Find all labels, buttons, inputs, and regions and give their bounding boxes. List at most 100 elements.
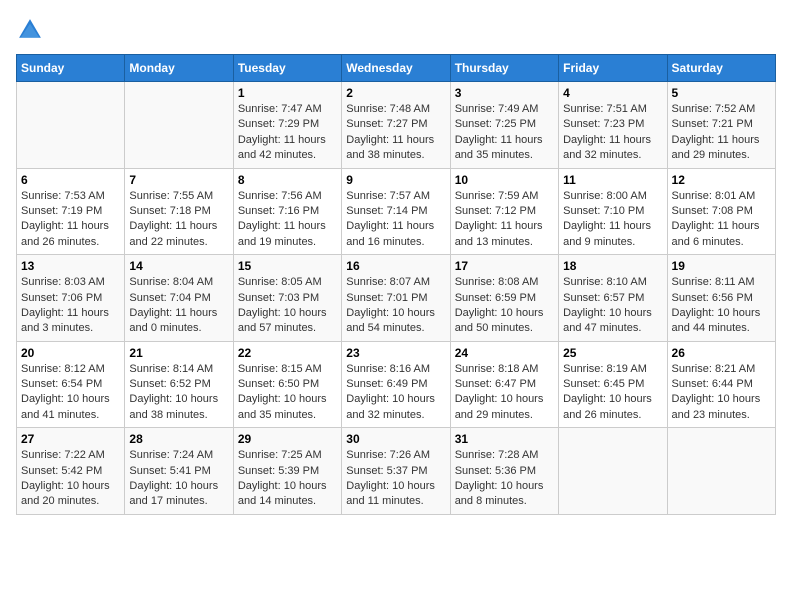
calendar-cell: 9 Sunrise: 7:57 AM Sunset: 7:14 PM Dayli… bbox=[342, 168, 450, 255]
day-info: Sunrise: 7:55 AM Sunset: 7:18 PM Dayligh… bbox=[129, 189, 228, 251]
daylight-text: Daylight: 10 hours and 44 minutes. bbox=[672, 307, 761, 334]
daylight-text: Daylight: 11 hours and 35 minutes. bbox=[455, 134, 543, 161]
calendar-cell bbox=[17, 82, 125, 169]
calendar-week-5: 27 Sunrise: 7:22 AM Sunset: 5:42 PM Dayl… bbox=[17, 428, 776, 515]
calendar-cell: 26 Sunrise: 8:21 AM Sunset: 6:44 PM Dayl… bbox=[667, 341, 775, 428]
calendar-cell: 20 Sunrise: 8:12 AM Sunset: 6:54 PM Dayl… bbox=[17, 341, 125, 428]
header-sunday: Sunday bbox=[17, 55, 125, 82]
sunset-text: Sunset: 6:56 PM bbox=[672, 292, 753, 304]
day-number: 23 bbox=[346, 346, 445, 360]
daylight-text: Daylight: 11 hours and 16 minutes. bbox=[346, 220, 434, 247]
daylight-text: Daylight: 10 hours and 14 minutes. bbox=[238, 480, 327, 507]
daylight-text: Daylight: 11 hours and 9 minutes. bbox=[563, 220, 651, 247]
sunrise-text: Sunrise: 7:22 AM bbox=[21, 449, 105, 461]
day-info: Sunrise: 7:25 AM Sunset: 5:39 PM Dayligh… bbox=[238, 448, 337, 510]
day-info: Sunrise: 8:11 AM Sunset: 6:56 PM Dayligh… bbox=[672, 275, 771, 337]
sunset-text: Sunset: 6:57 PM bbox=[563, 292, 644, 304]
page-header bbox=[16, 16, 776, 44]
day-info: Sunrise: 8:16 AM Sunset: 6:49 PM Dayligh… bbox=[346, 362, 445, 424]
day-info: Sunrise: 7:59 AM Sunset: 7:12 PM Dayligh… bbox=[455, 189, 554, 251]
day-number: 19 bbox=[672, 259, 771, 273]
day-info: Sunrise: 8:01 AM Sunset: 7:08 PM Dayligh… bbox=[672, 189, 771, 251]
calendar-cell: 2 Sunrise: 7:48 AM Sunset: 7:27 PM Dayli… bbox=[342, 82, 450, 169]
sunset-text: Sunset: 7:12 PM bbox=[455, 205, 536, 217]
day-info: Sunrise: 7:24 AM Sunset: 5:41 PM Dayligh… bbox=[129, 448, 228, 510]
day-number: 10 bbox=[455, 173, 554, 187]
sunrise-text: Sunrise: 7:49 AM bbox=[455, 103, 539, 115]
sunset-text: Sunset: 5:39 PM bbox=[238, 465, 319, 477]
sunset-text: Sunset: 6:49 PM bbox=[346, 378, 427, 390]
daylight-text: Daylight: 10 hours and 54 minutes. bbox=[346, 307, 435, 334]
calendar-cell: 24 Sunrise: 8:18 AM Sunset: 6:47 PM Dayl… bbox=[450, 341, 558, 428]
calendar-week-2: 6 Sunrise: 7:53 AM Sunset: 7:19 PM Dayli… bbox=[17, 168, 776, 255]
sunset-text: Sunset: 7:08 PM bbox=[672, 205, 753, 217]
sunrise-text: Sunrise: 7:51 AM bbox=[563, 103, 647, 115]
calendar-cell: 30 Sunrise: 7:26 AM Sunset: 5:37 PM Dayl… bbox=[342, 428, 450, 515]
day-number: 31 bbox=[455, 432, 554, 446]
daylight-text: Daylight: 11 hours and 19 minutes. bbox=[238, 220, 326, 247]
sunset-text: Sunset: 7:29 PM bbox=[238, 118, 319, 130]
calendar-table: SundayMondayTuesdayWednesdayThursdayFrid… bbox=[16, 54, 776, 515]
sunset-text: Sunset: 7:04 PM bbox=[129, 292, 210, 304]
calendar-cell: 6 Sunrise: 7:53 AM Sunset: 7:19 PM Dayli… bbox=[17, 168, 125, 255]
day-number: 28 bbox=[129, 432, 228, 446]
daylight-text: Daylight: 10 hours and 11 minutes. bbox=[346, 480, 435, 507]
sunset-text: Sunset: 7:16 PM bbox=[238, 205, 319, 217]
daylight-text: Daylight: 11 hours and 26 minutes. bbox=[21, 220, 109, 247]
calendar-cell: 10 Sunrise: 7:59 AM Sunset: 7:12 PM Dayl… bbox=[450, 168, 558, 255]
sunset-text: Sunset: 6:59 PM bbox=[455, 292, 536, 304]
day-number: 3 bbox=[455, 86, 554, 100]
calendar-cell: 17 Sunrise: 8:08 AM Sunset: 6:59 PM Dayl… bbox=[450, 255, 558, 342]
calendar-cell: 15 Sunrise: 8:05 AM Sunset: 7:03 PM Dayl… bbox=[233, 255, 341, 342]
day-info: Sunrise: 7:51 AM Sunset: 7:23 PM Dayligh… bbox=[563, 102, 662, 164]
day-number: 29 bbox=[238, 432, 337, 446]
calendar-cell: 3 Sunrise: 7:49 AM Sunset: 7:25 PM Dayli… bbox=[450, 82, 558, 169]
day-info: Sunrise: 7:28 AM Sunset: 5:36 PM Dayligh… bbox=[455, 448, 554, 510]
sunrise-text: Sunrise: 8:19 AM bbox=[563, 363, 647, 375]
day-info: Sunrise: 7:22 AM Sunset: 5:42 PM Dayligh… bbox=[21, 448, 120, 510]
sunset-text: Sunset: 6:52 PM bbox=[129, 378, 210, 390]
calendar-cell: 4 Sunrise: 7:51 AM Sunset: 7:23 PM Dayli… bbox=[559, 82, 667, 169]
daylight-text: Daylight: 10 hours and 29 minutes. bbox=[455, 393, 544, 420]
daylight-text: Daylight: 10 hours and 50 minutes. bbox=[455, 307, 544, 334]
sunset-text: Sunset: 6:50 PM bbox=[238, 378, 319, 390]
day-number: 5 bbox=[672, 86, 771, 100]
sunset-text: Sunset: 6:54 PM bbox=[21, 378, 102, 390]
calendar-cell bbox=[559, 428, 667, 515]
sunset-text: Sunset: 6:44 PM bbox=[672, 378, 753, 390]
sunset-text: Sunset: 7:01 PM bbox=[346, 292, 427, 304]
calendar-cell: 23 Sunrise: 8:16 AM Sunset: 6:49 PM Dayl… bbox=[342, 341, 450, 428]
daylight-text: Daylight: 10 hours and 17 minutes. bbox=[129, 480, 218, 507]
day-number: 21 bbox=[129, 346, 228, 360]
sunrise-text: Sunrise: 8:01 AM bbox=[672, 190, 756, 202]
day-number: 7 bbox=[129, 173, 228, 187]
daylight-text: Daylight: 10 hours and 38 minutes. bbox=[129, 393, 218, 420]
day-number: 4 bbox=[563, 86, 662, 100]
day-info: Sunrise: 8:04 AM Sunset: 7:04 PM Dayligh… bbox=[129, 275, 228, 337]
calendar-cell: 18 Sunrise: 8:10 AM Sunset: 6:57 PM Dayl… bbox=[559, 255, 667, 342]
calendar-header-row: SundayMondayTuesdayWednesdayThursdayFrid… bbox=[17, 55, 776, 82]
day-number: 6 bbox=[21, 173, 120, 187]
sunrise-text: Sunrise: 7:24 AM bbox=[129, 449, 213, 461]
sunrise-text: Sunrise: 7:48 AM bbox=[346, 103, 430, 115]
calendar-cell: 11 Sunrise: 8:00 AM Sunset: 7:10 PM Dayl… bbox=[559, 168, 667, 255]
logo-icon bbox=[16, 16, 44, 44]
sunrise-text: Sunrise: 8:03 AM bbox=[21, 276, 105, 288]
sunrise-text: Sunrise: 8:16 AM bbox=[346, 363, 430, 375]
sunrise-text: Sunrise: 7:28 AM bbox=[455, 449, 539, 461]
day-number: 25 bbox=[563, 346, 662, 360]
daylight-text: Daylight: 11 hours and 29 minutes. bbox=[672, 134, 760, 161]
daylight-text: Daylight: 10 hours and 57 minutes. bbox=[238, 307, 327, 334]
sunrise-text: Sunrise: 8:04 AM bbox=[129, 276, 213, 288]
sunset-text: Sunset: 7:03 PM bbox=[238, 292, 319, 304]
sunrise-text: Sunrise: 8:12 AM bbox=[21, 363, 105, 375]
sunrise-text: Sunrise: 8:07 AM bbox=[346, 276, 430, 288]
calendar-cell: 28 Sunrise: 7:24 AM Sunset: 5:41 PM Dayl… bbox=[125, 428, 233, 515]
daylight-text: Daylight: 11 hours and 6 minutes. bbox=[672, 220, 760, 247]
day-info: Sunrise: 8:14 AM Sunset: 6:52 PM Dayligh… bbox=[129, 362, 228, 424]
day-info: Sunrise: 8:05 AM Sunset: 7:03 PM Dayligh… bbox=[238, 275, 337, 337]
header-saturday: Saturday bbox=[667, 55, 775, 82]
sunrise-text: Sunrise: 7:56 AM bbox=[238, 190, 322, 202]
day-info: Sunrise: 7:57 AM Sunset: 7:14 PM Dayligh… bbox=[346, 189, 445, 251]
calendar-cell: 1 Sunrise: 7:47 AM Sunset: 7:29 PM Dayli… bbox=[233, 82, 341, 169]
